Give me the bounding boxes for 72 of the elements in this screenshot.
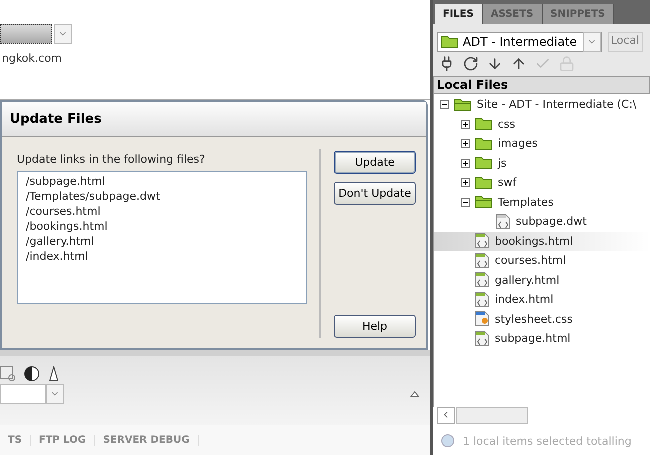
file-path: /subpage.html xyxy=(26,174,106,189)
folder-icon xyxy=(475,117,493,132)
code-file-icon xyxy=(496,214,511,230)
expand-icon[interactable] xyxy=(461,178,470,188)
tree-row[interactable]: gallery.html xyxy=(434,270,650,290)
tree-row[interactable]: css xyxy=(434,114,650,134)
expand-icon[interactable] xyxy=(461,120,470,129)
tree-row[interactable]: Templates xyxy=(434,192,650,212)
tree-item-label: swf xyxy=(498,176,517,190)
folder-icon xyxy=(475,176,493,190)
code-file-icon xyxy=(475,252,490,269)
tree-item-label: bookings.html xyxy=(495,234,574,248)
collapse-triangle-icon[interactable] xyxy=(410,390,420,398)
tree-item-label: stylesheet.css xyxy=(495,312,573,326)
tree-item-label: subpage.html xyxy=(495,332,571,346)
tree-item-label: Templates xyxy=(498,196,554,209)
file-path: /gallery.html xyxy=(26,234,96,249)
code-file-icon xyxy=(475,292,490,308)
scrollbar-thumb[interactable] xyxy=(456,406,528,424)
refresh-icon[interactable] xyxy=(463,56,479,72)
folder-icon xyxy=(454,98,472,112)
tree-item-label: Site - ADT - Intermediate (C:\ xyxy=(477,98,637,112)
folder-icon xyxy=(475,156,493,170)
sharpen-icon[interactable] xyxy=(48,366,60,382)
tree-row[interactable]: subpage.dwt xyxy=(434,212,650,232)
folder-icon xyxy=(475,195,493,210)
expand-icon[interactable] xyxy=(461,158,470,168)
tree-row[interactable]: courses.html xyxy=(434,251,650,270)
upload-icon[interactable] xyxy=(511,56,527,72)
dropdown[interactable] xyxy=(0,24,72,44)
tree-item-label: css xyxy=(498,118,516,131)
code-file-icon xyxy=(475,272,490,288)
status-text: 1 local items selected totalling xyxy=(463,434,632,448)
prompt-text: Update links in the following files? xyxy=(17,152,206,167)
panel-tab[interactable]: FILES xyxy=(435,4,483,24)
download-icon[interactable] xyxy=(487,56,503,72)
file-path: /courses.html xyxy=(26,204,102,219)
image-icon[interactable] xyxy=(0,366,16,382)
tree-item-label: courses.html xyxy=(495,254,566,268)
tree-row[interactable]: js xyxy=(434,154,650,173)
url-text: ngkok.com xyxy=(1,52,64,65)
dialog-button[interactable]: Update xyxy=(334,151,416,174)
dialog-title: Update Files xyxy=(2,102,426,137)
stylesheet-file-icon xyxy=(475,311,490,328)
tree-item-label: js xyxy=(498,156,507,170)
tree-row[interactable]: swf xyxy=(434,173,650,192)
tree-item-label: subpage.dwt xyxy=(516,215,587,228)
file-path: /bookings.html xyxy=(26,219,109,234)
dialog-button[interactable]: Don't Update xyxy=(334,182,416,205)
tree-row[interactable]: stylesheet.css xyxy=(434,310,650,329)
tree-item-label: gallery.html xyxy=(495,274,560,287)
folder-icon xyxy=(475,136,493,151)
tree-row[interactable]: images xyxy=(434,134,650,154)
tree-item-label: index.html xyxy=(495,293,554,306)
dialog-button[interactable]: Help xyxy=(334,315,416,338)
file-path: /Templates/subpage.dwt xyxy=(26,189,162,204)
tree-row[interactable]: subpage.html xyxy=(434,329,650,348)
tree-row[interactable]: index.html xyxy=(434,290,650,310)
code-file-icon xyxy=(475,330,490,347)
view-dropdown[interactable]: Local xyxy=(608,32,643,52)
collapse-icon[interactable] xyxy=(440,100,449,110)
file-path: /index.html xyxy=(26,249,90,264)
expand-icon[interactable] xyxy=(461,139,470,148)
panel-header: Local Files xyxy=(433,76,650,94)
folder-icon xyxy=(441,35,459,49)
file-list[interactable]: /subpage.html /Templates/subpage.dwt /courses.html /bookings.html /gallery.html /index.html xyxy=(17,171,307,304)
collapse-icon[interactable] xyxy=(461,198,470,207)
tree-item-label: images xyxy=(498,137,538,150)
contrast-icon[interactable] xyxy=(24,366,40,382)
code-file-icon xyxy=(475,233,490,250)
tree-row[interactable]: Site - ADT - Intermediate (C:\ xyxy=(434,95,650,114)
site-dropdown[interactable]: ADT - Intermediate xyxy=(437,32,602,52)
